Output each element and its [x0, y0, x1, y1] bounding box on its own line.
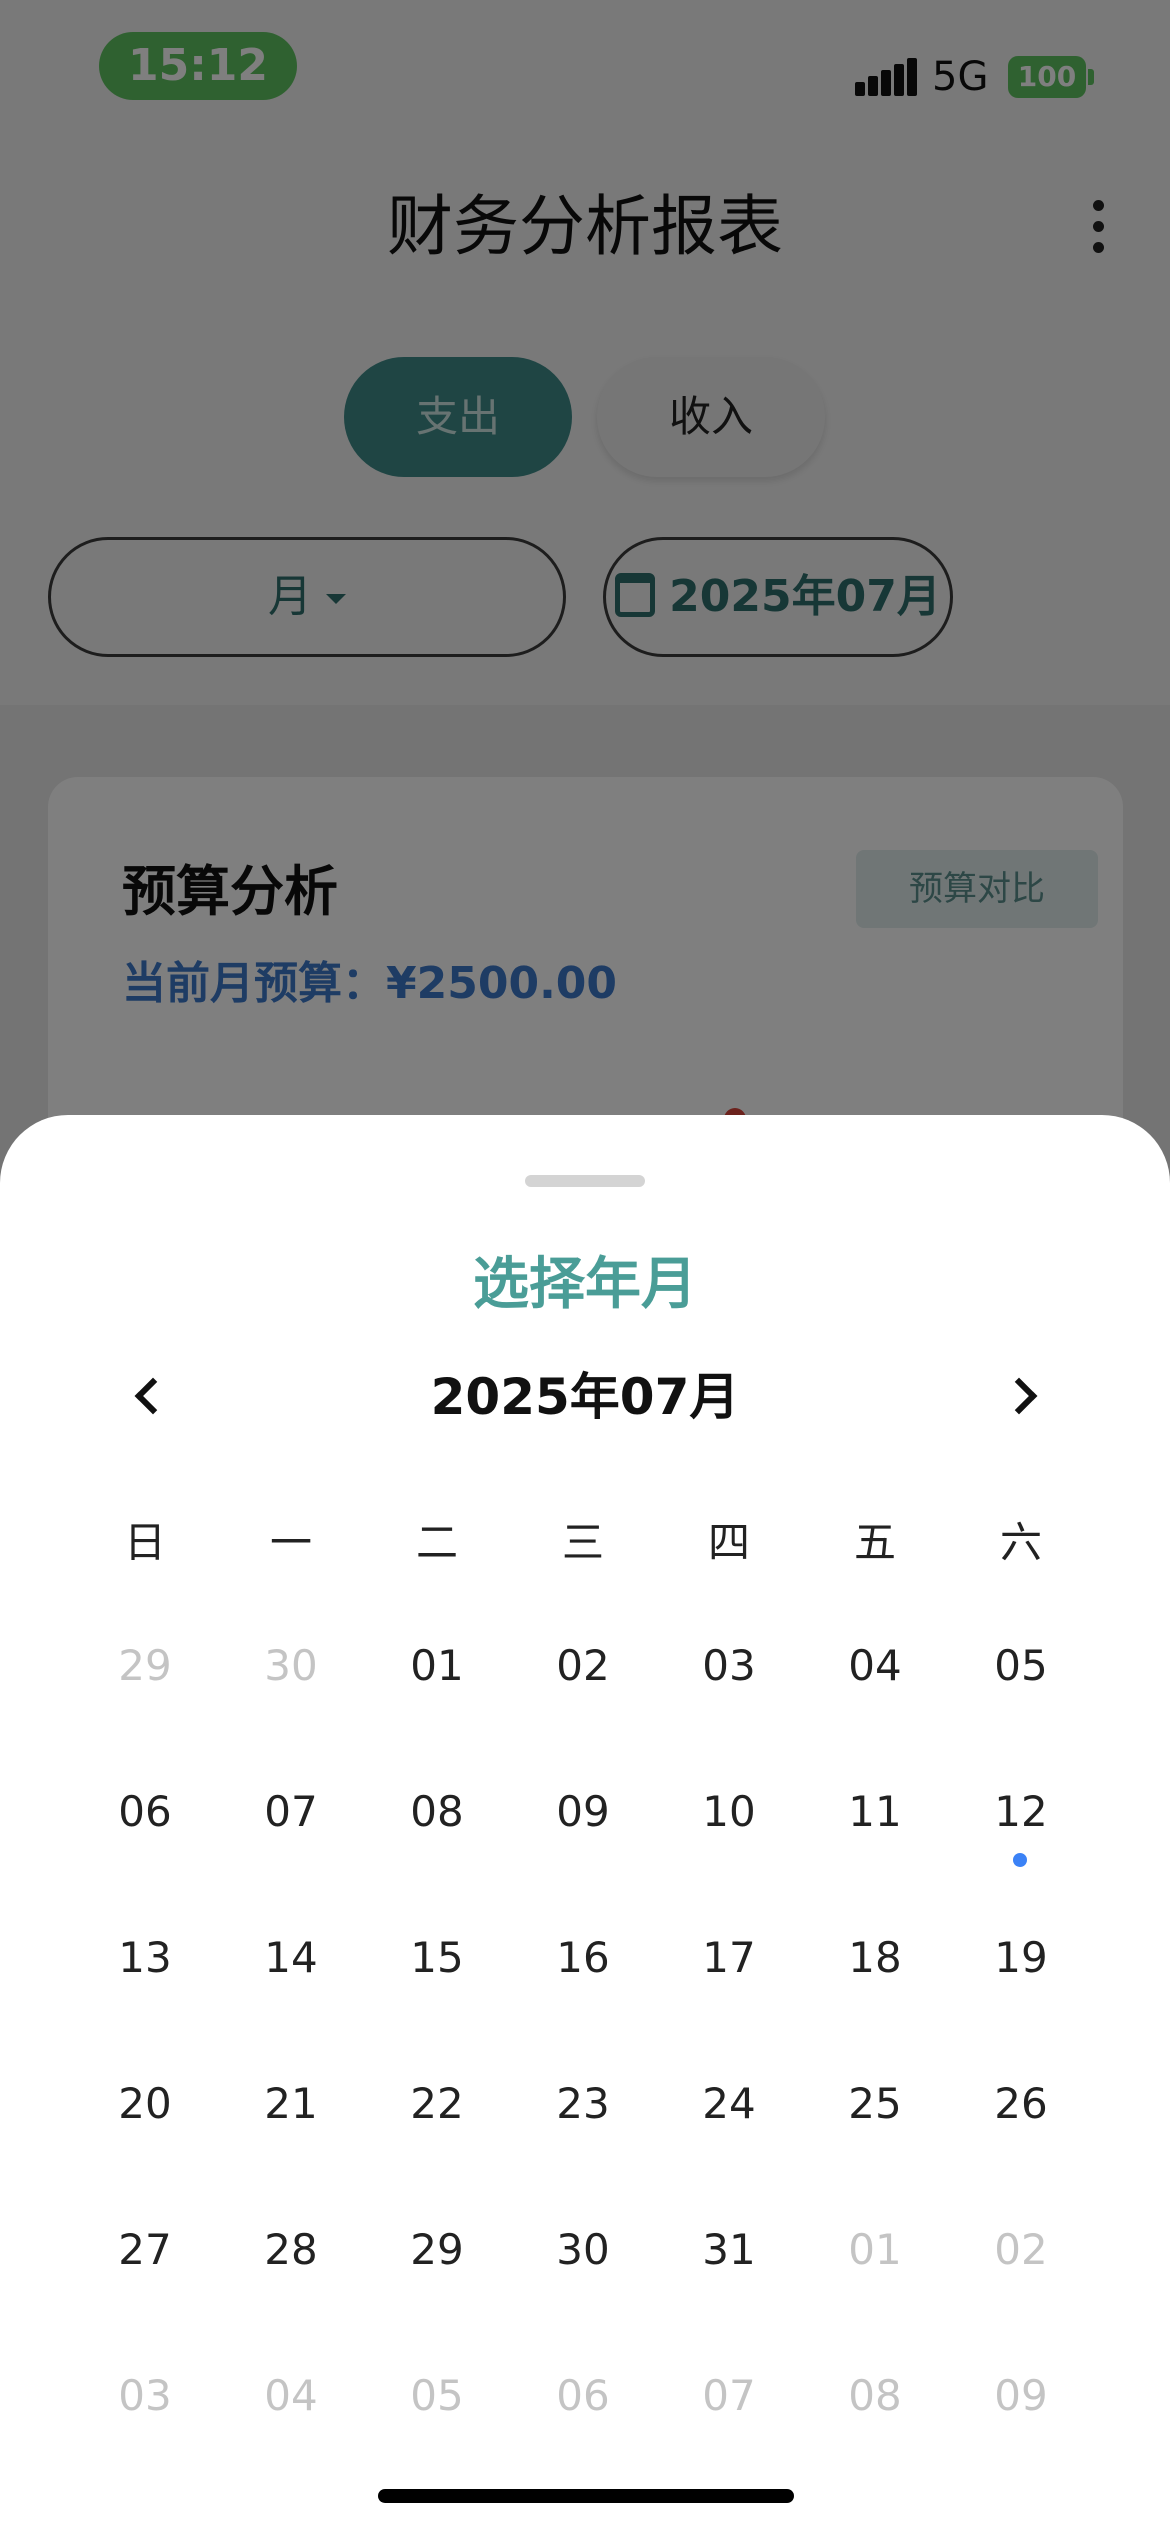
chevron-right-icon[interactable]: [994, 1367, 1054, 1427]
calendar-day[interactable]: 15: [364, 1885, 510, 2031]
calendar-day[interactable]: 08: [364, 1739, 510, 1885]
weekday-label: 五: [853, 1518, 896, 1567]
calendar-day: 29: [118, 1641, 172, 1690]
calendar-day[interactable]: 13: [72, 1885, 218, 2031]
calendar-day[interactable]: 02: [510, 1593, 656, 1739]
calendar-day[interactable]: 05: [948, 1593, 1094, 1739]
calendar-day[interactable]: 24: [656, 2031, 802, 2177]
calendar-day[interactable]: 03: [656, 1593, 802, 1739]
calendar-day[interactable]: 20: [72, 2031, 218, 2177]
calendar-day[interactable]: 07: [218, 1739, 364, 1885]
calendar-day[interactable]: 11: [802, 1739, 948, 1885]
calendar-day: 02: [994, 2225, 1048, 2274]
calendar-day[interactable]: 30: [510, 2177, 656, 2323]
calendar-day: 01: [848, 2225, 902, 2274]
weekday-label: 四: [707, 1518, 750, 1567]
calendar-day[interactable]: 23: [510, 2031, 656, 2177]
calendar-day: 05: [410, 2371, 464, 2420]
calendar-day-today[interactable]: 12: [948, 1739, 1094, 1885]
calendar-day[interactable]: 17: [656, 1885, 802, 2031]
weekday-label: 二: [415, 1518, 458, 1567]
calendar-day: 07: [702, 2371, 756, 2420]
calendar-day[interactable]: 18: [802, 1885, 948, 2031]
weekday-header: 日一二三四五六: [0, 1508, 1170, 1578]
sheet-title: 选择年月: [473, 1252, 697, 1317]
calendar-day[interactable]: 21: [218, 2031, 364, 2177]
calendar-day[interactable]: 22: [364, 2031, 510, 2177]
calendar-day: 04: [264, 2371, 318, 2420]
calendar-day[interactable]: 16: [510, 1885, 656, 2031]
calendar-day[interactable]: 09: [510, 1739, 656, 1885]
calendar-day[interactable]: 25: [802, 2031, 948, 2177]
calendar-grid: 29 30 01 02 03 04 05 06 07 08 09 10 11 12 13 14 15 16 17 18…: [0, 1593, 1170, 2473]
month-picker-sheet: 选择年月 2025年07月 日一二三四五六 29 30 01 02 03 04 05 06 07…: [0, 1115, 1170, 2532]
calendar-day: 08: [848, 2371, 902, 2420]
calendar-day[interactable]: 19: [948, 1885, 1094, 2031]
calendar-day[interactable]: 14: [218, 1885, 364, 2031]
weekday-label: 六: [999, 1518, 1042, 1567]
calendar-day[interactable]: 10: [656, 1739, 802, 1885]
today-dot: [1013, 1853, 1027, 1867]
calendar-day[interactable]: 27: [72, 2177, 218, 2323]
calendar-day: 03: [118, 2371, 172, 2420]
calendar-day[interactable]: 31: [656, 2177, 802, 2323]
calendar-day[interactable]: 06: [72, 1739, 218, 1885]
calendar-day[interactable]: 04: [802, 1593, 948, 1739]
calendar-day[interactable]: 29: [364, 2177, 510, 2323]
calendar-day[interactable]: 01: [364, 1593, 510, 1739]
calendar-day[interactable]: 28: [218, 2177, 364, 2323]
calendar-day: 09: [994, 2371, 1048, 2420]
weekday-label: 三: [561, 1518, 604, 1567]
home-indicator: [378, 2489, 794, 2503]
calendar-day: 30: [264, 1641, 318, 1690]
screen: 15:12 5G 100 财务分析报表 支出 收入 月 2025年07月 预算分…: [0, 0, 1170, 2532]
calendar-day[interactable]: 26: [948, 2031, 1094, 2177]
calendar-day: 06: [556, 2371, 610, 2420]
sheet-grabber[interactable]: [525, 1175, 645, 1187]
weekday-label: 一: [269, 1518, 312, 1567]
weekday-label: 日: [123, 1518, 166, 1567]
